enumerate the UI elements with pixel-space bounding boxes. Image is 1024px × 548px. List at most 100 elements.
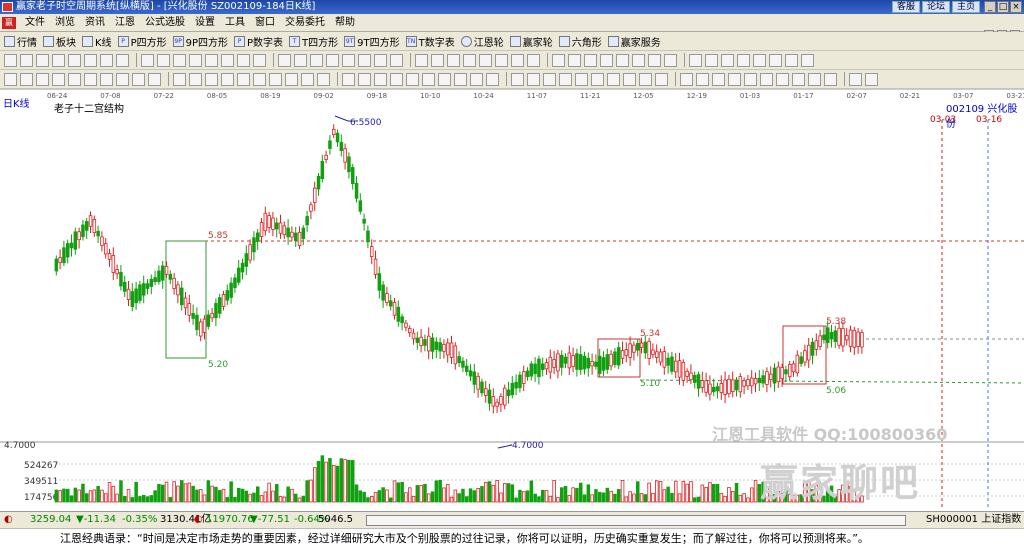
- homepage-button[interactable]: 主页: [951, 1, 980, 13]
- minimize-button[interactable]: _: [984, 1, 996, 13]
- tb3-tool-icon[interactable]: [173, 72, 186, 86]
- tb3-tool-icon[interactable]: [623, 72, 636, 86]
- gann-wheel-button[interactable]: 江恩轮: [460, 34, 504, 49]
- menu-gann[interactable]: 江恩: [110, 15, 140, 31]
- tb2-tool-icon[interactable]: [52, 53, 65, 67]
- tb2-tool-icon[interactable]: [157, 53, 170, 67]
- tb2-tool-icon[interactable]: [173, 53, 186, 67]
- tb3-tool-icon[interactable]: [607, 72, 620, 86]
- tb2-tool-icon[interactable]: [705, 53, 718, 67]
- tb3-tool-icon[interactable]: [511, 72, 524, 86]
- tb2-tool-icon[interactable]: [584, 53, 597, 67]
- tb3-tool-icon[interactable]: [205, 72, 218, 86]
- forum-button[interactable]: 论坛: [921, 1, 950, 13]
- tb3-tool-icon[interactable]: [358, 72, 371, 86]
- tb3-tool-icon[interactable]: [342, 72, 355, 86]
- maximize-button[interactable]: □: [997, 1, 1009, 13]
- tb3-tool-icon[interactable]: [301, 72, 314, 86]
- 9p-square-button[interactable]: 9P 9P四方形: [172, 34, 228, 49]
- tb2-tool-icon[interactable]: [431, 53, 444, 67]
- tb3-tool-icon[interactable]: [237, 72, 250, 86]
- tb2-tool-icon[interactable]: [447, 53, 460, 67]
- tb2-tool-icon[interactable]: [100, 53, 113, 67]
- tb3-tool-icon[interactable]: [824, 72, 837, 86]
- tb3-tool-icon[interactable]: [269, 72, 282, 86]
- tb3-tool-icon[interactable]: [253, 72, 266, 86]
- tb3-tool-icon[interactable]: [543, 72, 556, 86]
- tb3-tool-icon[interactable]: [470, 72, 483, 86]
- tb2-tool-icon[interactable]: [116, 53, 129, 67]
- tb3-tool-icon[interactable]: [148, 72, 161, 86]
- app-logo-icon[interactable]: 赢: [2, 16, 16, 29]
- tb2-tool-icon[interactable]: [342, 53, 355, 67]
- tb3-tool-icon[interactable]: [712, 72, 725, 86]
- tb3-tool-icon[interactable]: [728, 72, 741, 86]
- menu-settings[interactable]: 设置: [190, 15, 220, 31]
- tb2-tool-icon[interactable]: [689, 53, 702, 67]
- tb2-tool-icon[interactable]: [278, 53, 291, 67]
- tb3-tool-icon[interactable]: [390, 72, 403, 86]
- tb3-tool-icon[interactable]: [317, 72, 330, 86]
- tb3-tool-icon[interactable]: [116, 72, 129, 86]
- tb3-tool-icon[interactable]: [591, 72, 604, 86]
- menu-info[interactable]: 资讯: [80, 15, 110, 31]
- tb2-tool-icon[interactable]: [20, 53, 33, 67]
- kline-chart[interactable]: 06-24 07-08 07-22 08-05 08-19 09-02 09-18 10-10…: [0, 89, 1024, 510]
- tb2-tool-icon[interactable]: [68, 53, 81, 67]
- tb3-tool-icon[interactable]: [132, 72, 145, 86]
- tb2-tool-icon[interactable]: [189, 53, 202, 67]
- tb3-tool-icon[interactable]: [285, 72, 298, 86]
- tb2-tool-icon[interactable]: [463, 53, 476, 67]
- tb3-tool-icon[interactable]: [52, 72, 65, 86]
- tb3-tool-icon[interactable]: [792, 72, 805, 86]
- tb2-tool-icon[interactable]: [753, 53, 766, 67]
- sector-button[interactable]: 板块: [43, 34, 76, 49]
- tb2-tool-icon[interactable]: [568, 53, 581, 67]
- menu-trade[interactable]: 交易委托: [280, 15, 330, 31]
- tb3-tool-icon[interactable]: [100, 72, 113, 86]
- tb2-tool-icon[interactable]: [801, 53, 814, 67]
- t-number-table-button[interactable]: TN T数字表: [405, 34, 455, 49]
- tb3-tool-icon[interactable]: [639, 72, 652, 86]
- tb3-tool-icon[interactable]: [655, 72, 668, 86]
- customer-service-button[interactable]: 客服: [891, 1, 920, 13]
- tb2-tool-icon[interactable]: [648, 53, 661, 67]
- tb2-tool-icon[interactable]: [221, 53, 234, 67]
- winner-service-button[interactable]: 赢家服务: [607, 34, 661, 49]
- tb3-tool-icon[interactable]: [575, 72, 588, 86]
- tb2-tool-icon[interactable]: [326, 53, 339, 67]
- tb3-tool-icon[interactable]: [374, 72, 387, 86]
- p-number-table-button[interactable]: P P数字表: [234, 34, 283, 49]
- tb2-tool-icon[interactable]: [721, 53, 734, 67]
- tb2-tool-icon[interactable]: [552, 53, 565, 67]
- winner-wheel-button[interactable]: 赢家轮: [509, 34, 553, 49]
- p-square-button[interactable]: P P四方形: [117, 34, 167, 49]
- tb3-tool-icon[interactable]: [744, 72, 757, 86]
- 9t-square-button[interactable]: 9T 9T四方形: [344, 34, 400, 49]
- tb3-tool-icon[interactable]: [486, 72, 499, 86]
- tb3-tool-icon[interactable]: [20, 72, 33, 86]
- tb3-tool-icon[interactable]: [84, 72, 97, 86]
- tb3-tool-icon[interactable]: [696, 72, 709, 86]
- tb2-tool-icon[interactable]: [769, 53, 782, 67]
- tb2-tool-icon[interactable]: [294, 53, 307, 67]
- close-button[interactable]: ×: [1010, 1, 1022, 13]
- menu-formula[interactable]: 公式选股: [140, 15, 190, 31]
- tb2-tool-icon[interactable]: [36, 53, 49, 67]
- tb3-tool-icon[interactable]: [559, 72, 572, 86]
- tb3-tool-icon[interactable]: [680, 72, 693, 86]
- tb2-tool-icon[interactable]: [495, 53, 508, 67]
- tb2-tool-icon[interactable]: [390, 53, 403, 67]
- tb3-tool-icon[interactable]: [808, 72, 821, 86]
- tb3-tool-icon[interactable]: [760, 72, 773, 86]
- tb2-tool-icon[interactable]: [84, 53, 97, 67]
- tb2-tool-icon[interactable]: [600, 53, 613, 67]
- tb3-tool-icon[interactable]: [36, 72, 49, 86]
- current-index-label[interactable]: SH000001 上证指数: [926, 512, 1021, 528]
- tb3-tool-icon[interactable]: [454, 72, 467, 86]
- tb2-tool-icon[interactable]: [415, 53, 428, 67]
- tb2-tool-icon[interactable]: [785, 53, 798, 67]
- tb3-tool-icon[interactable]: [849, 72, 862, 86]
- tb2-tool-icon[interactable]: [632, 53, 645, 67]
- tb2-tool-icon[interactable]: [141, 53, 154, 67]
